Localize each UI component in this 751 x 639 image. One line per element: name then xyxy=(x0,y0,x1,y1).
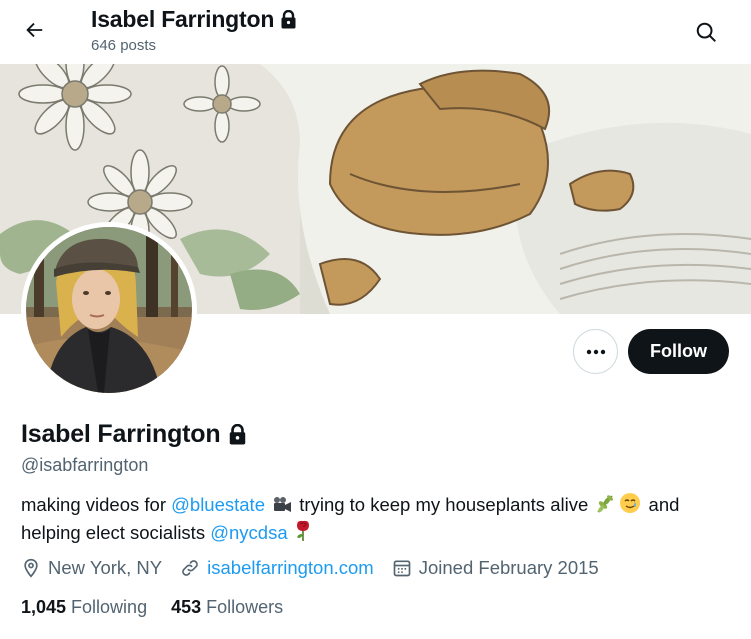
bio-mention-bluestate[interactable]: @bluestate xyxy=(171,494,265,515)
rose-emoji xyxy=(295,520,311,548)
profile-bio: making videos for @bluestate trying to k… xyxy=(21,492,731,548)
bio-text: making videos for xyxy=(21,494,172,515)
followers-count: 453 xyxy=(171,597,202,617)
bio-mention-nycdsa[interactable]: @nycdsa xyxy=(210,522,287,543)
followers-label: Followers xyxy=(206,597,284,617)
lock-icon xyxy=(280,10,297,29)
profile-name-row: Isabel Farrington xyxy=(21,420,247,449)
herb-emoji xyxy=(595,494,615,520)
following-link[interactable]: 1,045 Following xyxy=(21,597,147,618)
top-bar: Isabel Farrington 646 posts xyxy=(0,0,751,64)
post-count: 646 posts xyxy=(91,37,157,54)
following-label: Following xyxy=(71,597,148,617)
profile-handle: @isabfarrington xyxy=(21,455,149,475)
followers-link[interactable]: 453 Followers xyxy=(171,597,283,618)
smiling-face-with-tear-emoji xyxy=(619,492,641,520)
arrow-left-icon xyxy=(26,22,43,38)
following-count: 1,045 xyxy=(21,597,67,617)
location: New York, NY xyxy=(21,557,162,579)
location-text: New York, NY xyxy=(48,557,163,578)
search-icon xyxy=(696,22,716,42)
website-link[interactable]: isabelfarrington.com xyxy=(207,557,374,579)
lock-icon xyxy=(228,424,247,445)
back-button[interactable] xyxy=(16,12,52,48)
search-button[interactable] xyxy=(688,14,724,50)
more-button[interactable] xyxy=(573,329,618,374)
calendar-icon xyxy=(393,560,411,577)
more-horizontal-icon xyxy=(586,349,605,354)
header-name: Isabel Farrington xyxy=(91,6,275,32)
location-pin-icon xyxy=(24,558,38,578)
profile-name: Isabel Farrington xyxy=(21,420,221,448)
follow-button[interactable]: Follow xyxy=(628,329,729,374)
website[interactable]: isabelfarrington.com xyxy=(180,557,374,579)
follow-stats: 1,045 Following 453 Followers xyxy=(21,597,307,618)
join-date: Joined February 2015 xyxy=(392,557,599,579)
link-icon xyxy=(182,560,198,576)
bio-text: trying to keep my houseplants alive xyxy=(294,494,594,515)
avatar[interactable] xyxy=(21,222,197,398)
profile-meta: New York, NY isabelfarrington.com Joined… xyxy=(21,557,617,579)
movie-camera-emoji xyxy=(272,495,292,520)
header-title-block: Isabel Farrington 646 posts xyxy=(91,6,297,54)
join-date-text: Joined February 2015 xyxy=(418,557,599,578)
